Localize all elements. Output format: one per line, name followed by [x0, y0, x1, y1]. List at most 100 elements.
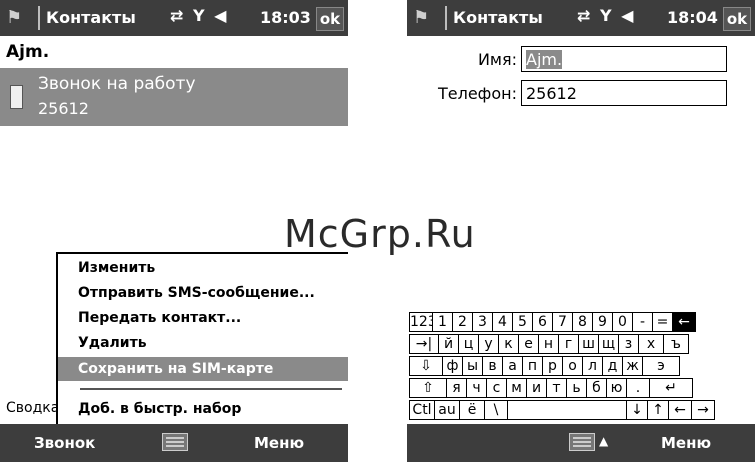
keyboard-key[interactable]: б — [586, 378, 607, 398]
windows-flag-icon[interactable]: ⚑ — [6, 7, 34, 29]
menu-item-add-speed-dial[interactable]: Доб. в быстр. набор — [58, 397, 348, 421]
app-title: Контакты — [46, 8, 136, 27]
keyboard-key[interactable]: к — [498, 334, 519, 354]
keyboard-key[interactable]: ↓ — [626, 400, 648, 420]
keyboard-key[interactable]: ← — [672, 312, 696, 332]
keyboard-key[interactable]: ⇩ — [409, 356, 443, 376]
keyboard-key[interactable]: р — [542, 356, 563, 376]
keyboard-key[interactable]: ы — [462, 356, 483, 376]
keyboard-key[interactable]: г — [558, 334, 579, 354]
keyboard-key[interactable]: ← — [668, 400, 692, 420]
watermark: McGrp.Ru — [284, 212, 476, 256]
keyboard-key[interactable]: й — [438, 334, 459, 354]
keyboard-key[interactable]: ↵ — [649, 378, 693, 398]
phone-label: Телефон: — [437, 84, 517, 103]
space-key[interactable] — [507, 400, 627, 420]
menu-item-delete[interactable]: Удалить — [58, 331, 348, 355]
keyboard-key[interactable]: с — [486, 378, 507, 398]
menu-item-send-sms[interactable]: Отправить SMS-сообщение... — [58, 281, 348, 305]
keyboard-key[interactable]: ш — [578, 334, 599, 354]
speaker-icon[interactable]: ◀ — [214, 6, 228, 25]
entry-label: Звонок на работу — [38, 74, 196, 94]
keyboard-key[interactable]: з — [618, 334, 639, 354]
keyboard-key[interactable]: 9 — [592, 312, 613, 332]
contact-entry-row[interactable]: Звонок на работу 25612 — [0, 68, 348, 126]
sync-icon[interactable]: ⇄ — [577, 6, 592, 25]
keyboard-key[interactable]: 123 — [409, 312, 437, 332]
keyboard-key[interactable]: ю — [606, 378, 627, 398]
keyboard-key[interactable]: 6 — [532, 312, 553, 332]
signal-icon[interactable]: Y — [600, 6, 614, 25]
keyboard-key[interactable]: 4 — [492, 312, 513, 332]
ok-button[interactable]: ok — [316, 7, 344, 31]
keyboard-key[interactable]: ж — [622, 356, 643, 376]
keyboard-key[interactable]: л — [582, 356, 603, 376]
sync-icon[interactable]: ⇄ — [170, 6, 185, 25]
keyboard-key[interactable]: 5 — [512, 312, 533, 332]
keyboard-key[interactable]: ъ — [663, 334, 689, 354]
phone-field[interactable]: 25612 — [521, 80, 727, 106]
keyboard-key[interactable]: ь — [566, 378, 587, 398]
keyboard-key[interactable]: д — [602, 356, 623, 376]
keyboard-key[interactable]: щ — [598, 334, 619, 354]
keyboard-key[interactable]: ё — [459, 400, 485, 420]
keyboard-key[interactable]: →| — [409, 334, 439, 354]
keyboard-key[interactable]: я — [446, 378, 467, 398]
keyboard-key[interactable]: 3 — [472, 312, 493, 332]
keyboard-key[interactable]: au — [434, 400, 460, 420]
keyboard-key[interactable]: ↑ — [647, 400, 669, 420]
keyboard-key[interactable]: о — [562, 356, 583, 376]
keyboard-key[interactable]: Ctl — [409, 400, 435, 420]
name-field[interactable]: Ajm. — [521, 46, 727, 72]
keyboard-icon[interactable] — [569, 433, 595, 451]
title-separator — [38, 6, 40, 30]
clock[interactable]: 18:03 — [260, 8, 311, 27]
signal-icon[interactable]: Y — [193, 6, 207, 25]
keyboard-key[interactable]: ц — [458, 334, 479, 354]
title-bar: ⚑ Контакты ⇄ Y ◀ 18:04 ok — [407, 0, 755, 36]
keyboard-key[interactable]: и — [526, 378, 547, 398]
keyboard-key[interactable]: ч — [466, 378, 487, 398]
call-softkey[interactable]: Звонок — [34, 434, 95, 452]
keyboard-key[interactable]: 0 — [612, 312, 633, 332]
ok-button[interactable]: ok — [723, 7, 751, 31]
on-screen-keyboard: 123 1 2 3 4 5 6 7 8 9 0- = ← →| й ц у к е н г ш щ з х ъ ⇩ ф ы в а п р о л д… — [409, 312, 755, 424]
summary-tab[interactable]: Сводка — [6, 400, 59, 416]
keyboard-key[interactable]: \ — [484, 400, 508, 420]
keyboard-key[interactable]: п — [522, 356, 543, 376]
menu-softkey[interactable]: Меню — [661, 434, 711, 452]
keyboard-key[interactable]: у — [478, 334, 499, 354]
status-icons: ⇄ Y ◀ — [170, 6, 228, 25]
menu-item-edit[interactable]: Изменить — [58, 256, 348, 280]
keyboard-icon[interactable] — [162, 433, 188, 451]
keyboard-key[interactable]: . — [626, 378, 650, 398]
status-icons: ⇄ Y ◀ — [577, 6, 635, 25]
contact-name: Ajm. — [6, 42, 50, 62]
keyboard-key[interactable]: х — [638, 334, 664, 354]
clock[interactable]: 18:04 — [667, 8, 718, 27]
menu-softkey[interactable]: Меню — [254, 434, 304, 452]
keyboard-key[interactable]: е — [518, 334, 539, 354]
menu-item-save-to-sim[interactable]: Сохранить на SIM-карте — [58, 357, 348, 381]
keyboard-key[interactable]: в — [482, 356, 503, 376]
keyboard-key[interactable]: 7 — [552, 312, 573, 332]
title-bar: ⚑ Контакты ⇄ Y ◀ 18:03 ok — [0, 0, 348, 36]
menu-item-beam-contact[interactable]: Передать контакт... — [58, 306, 348, 330]
keyboard-key[interactable]: м — [506, 378, 527, 398]
keyboard-key[interactable]: = — [652, 312, 673, 332]
keyboard-key[interactable]: 2 — [452, 312, 473, 332]
keyboard-menu-arrow-icon[interactable]: ▲ — [599, 434, 608, 448]
keyboard-key[interactable]: т — [546, 378, 567, 398]
keyboard-key[interactable]: э — [642, 356, 680, 376]
keyboard-key[interactable]: - — [632, 312, 653, 332]
keyboard-key[interactable]: → — [691, 400, 715, 420]
keyboard-key[interactable]: ⇧ — [409, 378, 447, 398]
name-label: Имя: — [477, 50, 517, 69]
windows-flag-icon[interactable]: ⚑ — [413, 7, 441, 29]
keyboard-key[interactable]: ф — [442, 356, 463, 376]
keyboard-key[interactable]: 1 — [432, 312, 453, 332]
speaker-icon[interactable]: ◀ — [621, 6, 635, 25]
keyboard-key[interactable]: н — [538, 334, 559, 354]
keyboard-key[interactable]: 8 — [572, 312, 593, 332]
keyboard-key[interactable]: а — [502, 356, 523, 376]
